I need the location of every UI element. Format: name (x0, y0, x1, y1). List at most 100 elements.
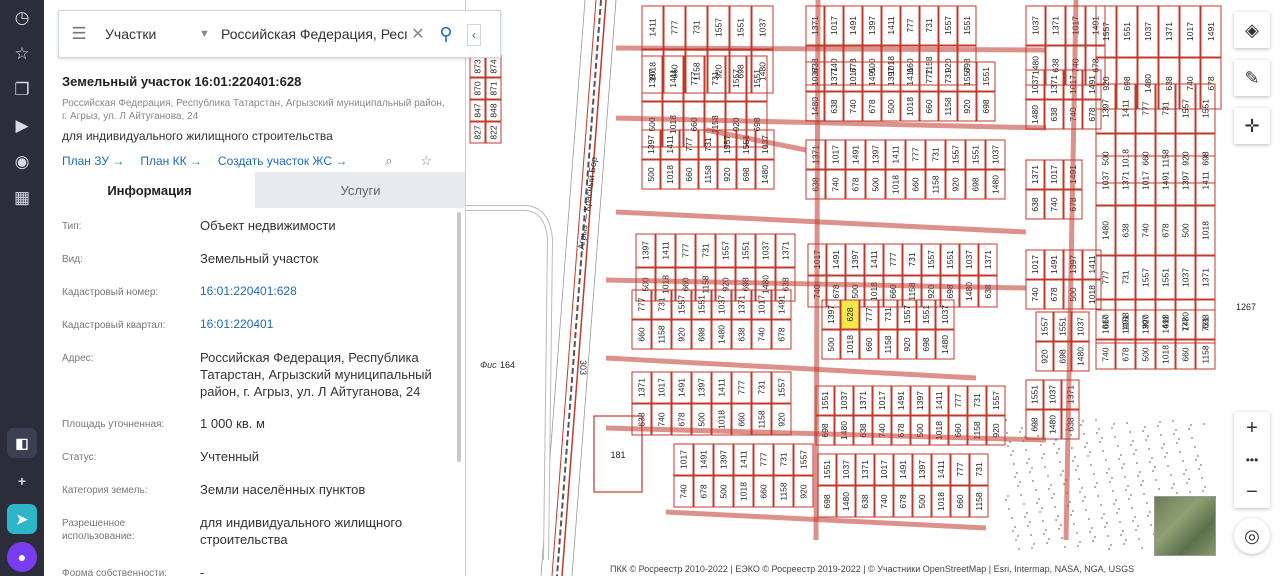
parcel-number-label: 1411 (1161, 315, 1171, 334)
parcel-number-label: 1017 (1049, 165, 1059, 184)
forest-dot (1190, 424, 1192, 426)
forest-dot (1090, 464, 1092, 466)
parcel-number-label: 698 (822, 494, 832, 508)
collections-icon[interactable]: ❐ (0, 72, 44, 108)
parcel-number-label: 1411 (934, 391, 944, 410)
info-row-value[interactable]: 16:01:220401 (200, 316, 448, 340)
forest-dot (1146, 502, 1148, 504)
forest-dot (1112, 490, 1114, 492)
forest-dot (1164, 456, 1166, 458)
parcel-number-label: 1371 (983, 250, 993, 269)
plan-kk-link[interactable]: План КК → (140, 154, 202, 168)
zoom-more-button[interactable]: ••• (1234, 444, 1270, 476)
app-shortcut-icon[interactable]: ◧ (7, 428, 37, 458)
history-icon[interactable]: ◷ (0, 0, 44, 36)
collapse-panel-icon[interactable]: ‹ (467, 24, 481, 46)
forest-dot (1056, 452, 1058, 454)
parcel-number-label: 777 (864, 307, 874, 321)
parcel-number-label: 698 (1058, 349, 1068, 363)
ruler-icon[interactable]: ✎ (1234, 60, 1270, 96)
apps-grid-icon[interactable]: ▦ (0, 180, 44, 216)
telegram-icon[interactable]: ➤ (7, 504, 37, 534)
parcel-number-label: 638 (1164, 76, 1174, 90)
parcel-number-label: 777 (637, 297, 647, 311)
parcel-number-label: 660 (1141, 151, 1151, 165)
forest-dot (1033, 543, 1035, 545)
forest-dot (1132, 440, 1134, 442)
parcel-number-label: 1017 (879, 460, 889, 479)
forest-dot (1189, 491, 1191, 493)
forest-dot (1115, 499, 1117, 501)
forest-dot (1045, 529, 1047, 531)
create-parcel-link[interactable]: Создать участок ЖС → (218, 154, 347, 168)
basemap-switcher[interactable] (1154, 496, 1216, 556)
info-row: Вид: Земельный участок (44, 241, 465, 274)
parcel-number-label: 1557 (1141, 268, 1151, 287)
camera-icon[interactable]: ◉ (0, 144, 44, 180)
cadastral-map[interactable]: 873 870 847 827 874 871 848 822 1411 1018 777 660 7… (466, 0, 1280, 576)
parcel-number-label: 1037 (1031, 16, 1041, 35)
parcel-number-label: 698 (697, 327, 707, 341)
parcel-number-label: 740 (1185, 76, 1195, 90)
plan-zu-link[interactable]: План ЗУ → (62, 154, 124, 168)
parcel-number-label: 500 (1181, 223, 1191, 237)
forest-dot (1013, 463, 1015, 465)
search-type-select[interactable]: Участки (99, 26, 199, 42)
parcel-number-label: 1491 (1206, 22, 1216, 41)
parcel-number-label: 678 (1121, 347, 1131, 361)
parcel-number-label: 920 (677, 327, 687, 341)
alice-icon[interactable]: ● (7, 542, 37, 572)
parcel-number-label: 920 (962, 99, 972, 113)
clear-icon[interactable]: ✕ (407, 24, 429, 44)
forest-dot (1178, 438, 1180, 440)
info-row: Тип: Объект недвижимости (44, 208, 465, 241)
forest-dot (1125, 489, 1127, 491)
favorite-star-icon[interactable]: ☆ (420, 153, 432, 169)
parcel-number-label: 1551 (1058, 317, 1068, 336)
forest-dot (1170, 474, 1172, 476)
compass-icon[interactable]: ◎ (1234, 518, 1270, 554)
forest-dot (1083, 433, 1085, 435)
parcel-number-label: 1371 (1201, 268, 1211, 287)
locate-icon[interactable]: ✛ (1234, 108, 1270, 144)
menu-icon[interactable]: ☰ (59, 11, 99, 57)
info-row-value[interactable]: 16:01:220401:628 (200, 283, 448, 307)
forest-dot (1072, 460, 1074, 462)
forest-dot (1159, 421, 1161, 423)
panel-scrollbar[interactable] (457, 212, 461, 462)
forest-dot (1049, 421, 1051, 423)
add-app-icon[interactable]: + (7, 466, 37, 496)
parcel-number-label: 1551 (736, 18, 746, 37)
forest-dot (1070, 434, 1072, 436)
info-row-label: Площадь уточненная: (62, 419, 165, 430)
forest-dot (1027, 525, 1029, 527)
parcel-number-label: 1551 (981, 67, 991, 86)
tab-services[interactable]: Услуги (255, 172, 465, 208)
zoom-in-button[interactable]: + (1234, 412, 1270, 444)
search-input[interactable] (221, 26, 407, 42)
forest-dot (1014, 476, 1016, 478)
parcel-number-label: 1480 (760, 165, 770, 184)
forest-dot (1070, 514, 1072, 516)
layers-icon[interactable]: ◈ (1234, 12, 1270, 48)
search-icon[interactable]: ⚲ (429, 11, 463, 57)
forest-dot (1147, 515, 1149, 517)
map-canvas[interactable]: 873 870 847 827 874 871 848 822 1411 1018 777 660 7… (466, 0, 1280, 576)
parcel-number-label: 1037 (841, 460, 851, 479)
street-fragment-label: Фис (480, 360, 497, 370)
forest-dot (1034, 426, 1036, 428)
parcel-number-label: 1411 (905, 67, 915, 86)
chevron-down-icon[interactable]: ▼ (199, 28, 221, 40)
parcel-number-label: 731 (1201, 317, 1211, 331)
tab-information[interactable]: Информация (44, 172, 255, 208)
parcel-number-label: 1480 (991, 175, 1001, 194)
forest-dot (1084, 496, 1086, 498)
star-icon[interactable]: ☆ (0, 36, 44, 72)
media-icon[interactable]: ▶ (0, 108, 44, 144)
parcel-number-label: 1551 (741, 241, 751, 260)
parcel-number-label: 1397 (1101, 99, 1111, 118)
zoom-to-object-icon[interactable]: ⌕ (385, 153, 392, 169)
forest-dot (1093, 473, 1095, 475)
parcel-number-label: 698 (921, 337, 931, 351)
zoom-out-button[interactable]: − (1234, 476, 1270, 508)
